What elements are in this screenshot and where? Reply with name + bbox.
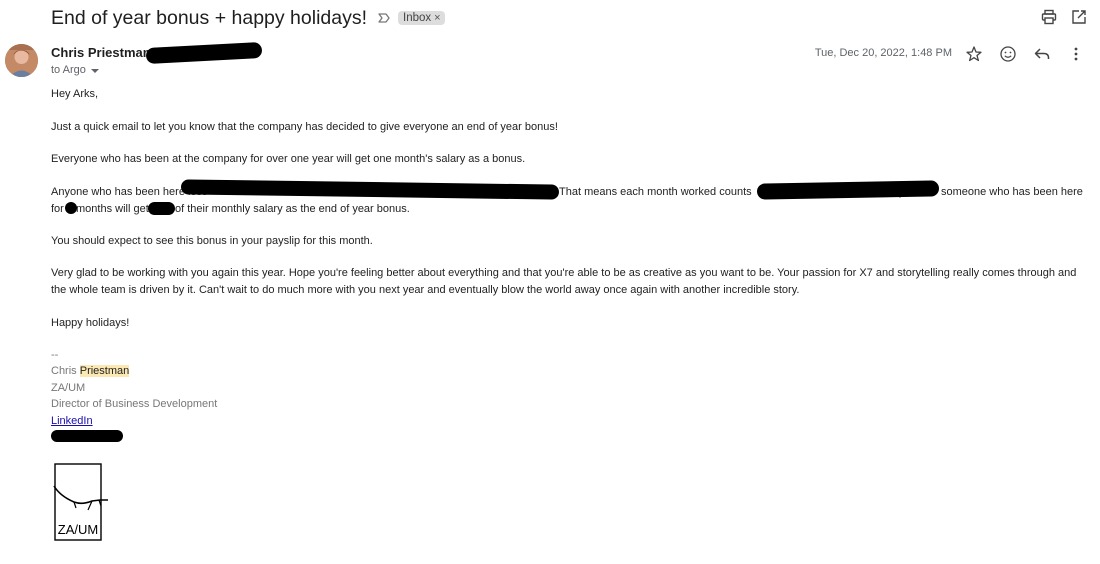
paragraph-3-text-d: someone who has been here — [941, 186, 1083, 198]
redaction-mark — [65, 202, 77, 214]
paragraph-5: Very glad to be working with you again t… — [51, 267, 1077, 296]
signature-first-name: Chris — [51, 365, 77, 377]
more-vertical-icon[interactable] — [1066, 44, 1086, 64]
redacted-signature-link — [51, 430, 123, 442]
paragraph-4: You should expect to see this bonus in y… — [51, 235, 373, 247]
linkedin-link-text[interactable]: LinkedIn — [51, 415, 93, 427]
redaction-mark — [148, 202, 175, 215]
paragraph-3-text-g: of their monthly salary as the end of ye… — [175, 203, 410, 215]
subject-row: End of year bonus + happy holidays! Inbo… — [51, 4, 445, 32]
importance-marker-icon[interactable] — [377, 11, 391, 25]
open-in-new-window-icon[interactable] — [1070, 8, 1088, 26]
chevron-down-icon — [90, 68, 99, 73]
signature-last-name: Priestman — [79, 365, 130, 377]
greeting: Hey Arks, — [51, 88, 99, 100]
signature-title: Director of Business Development — [51, 398, 218, 410]
redacted-sender-email — [145, 41, 263, 65]
email-date: Tue, Dec 20, 2022, 1:48 PM — [814, 47, 952, 59]
linkedin-link[interactable]: LinkedIn — [51, 413, 93, 430]
paragraph-2: Everyone who has been at the company for… — [51, 153, 526, 165]
company-logo: ZA/UM — [52, 462, 110, 542]
recipient-toggle[interactable]: to Argo — [51, 64, 99, 76]
email-subject: End of year bonus + happy holidays! — [51, 6, 368, 29]
closing: Happy holidays! — [51, 317, 130, 329]
signature-separator: -- — [51, 349, 59, 361]
logo-text: ZA/UM — [58, 522, 98, 537]
inbox-label-text: Inbox — [403, 12, 432, 24]
message-actions — [964, 44, 1086, 64]
paragraph-3-text-e: for — [51, 203, 64, 215]
reply-icon[interactable] — [1032, 44, 1052, 64]
emoji-reaction-icon[interactable] — [998, 44, 1018, 64]
thread-actions — [1040, 8, 1088, 26]
sender-name[interactable]: Chris Priestman — [51, 45, 151, 60]
paragraph-3-text-b: e. That means each month worked counts — [547, 186, 752, 198]
recipient-text: to Argo — [51, 64, 86, 76]
redaction-mark — [756, 180, 940, 200]
remove-label-icon[interactable]: × — [434, 12, 440, 24]
paragraph-3-line-2: for months will get of their monthly sal… — [51, 201, 1091, 218]
paragraph-1: Just a quick email to let you know that … — [51, 121, 558, 133]
print-icon[interactable] — [1040, 8, 1058, 26]
star-icon[interactable] — [964, 44, 984, 64]
paragraph-3-text-f: months will get — [76, 203, 149, 215]
sender-avatar[interactable] — [5, 44, 38, 77]
signature-company: ZA/UM — [51, 382, 86, 394]
signature-name: Chris Priestman — [51, 363, 130, 380]
inbox-label-chip[interactable]: Inbox × — [398, 11, 445, 25]
